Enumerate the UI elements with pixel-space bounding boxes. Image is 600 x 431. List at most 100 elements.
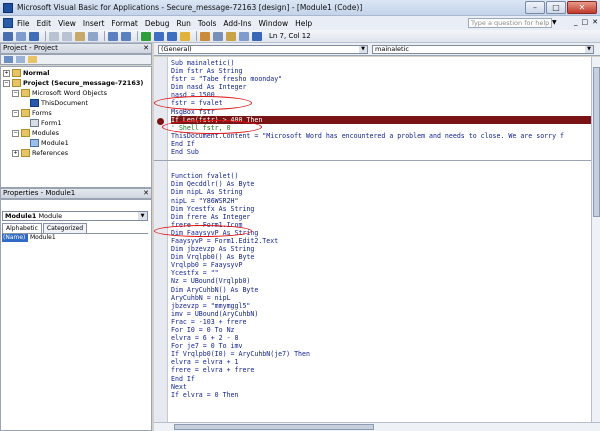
code-line[interactable]: jbzevzp = "mmymggl5"	[171, 302, 591, 310]
code-line[interactable]: Dim Ycestfx As String	[171, 205, 591, 213]
menu-add-ins[interactable]: Add-Ins	[223, 19, 251, 28]
toggle-folders-icon[interactable]	[28, 56, 37, 63]
menu-view[interactable]: View	[58, 19, 76, 28]
vertical-scrollbar[interactable]	[591, 57, 600, 422]
tree-item[interactable]: − Modules	[3, 128, 149, 138]
horizontal-scrollbar[interactable]	[154, 422, 600, 431]
mdi-minimize-button[interactable]: _	[574, 18, 578, 26]
menu-insert[interactable]: Insert	[83, 19, 105, 28]
reset-icon[interactable]	[167, 31, 177, 41]
tree-item[interactable]: ThisDocument	[3, 98, 149, 108]
menu-format[interactable]: Format	[111, 19, 137, 28]
menu-run[interactable]: Run	[177, 19, 191, 28]
code-line[interactable]: For I0 = 0 To Nz	[171, 326, 591, 334]
procedure-combo[interactable]: mainaletic ▼	[372, 45, 594, 54]
menu-debug[interactable]: Debug	[145, 19, 170, 28]
code-line[interactable]: If Vrqlpb0(I0) = AryCuhbN(je7) Then	[171, 350, 591, 358]
tab-categorized[interactable]: Categorized	[42, 223, 88, 233]
chevron-down-icon[interactable]: ▼	[585, 46, 593, 53]
code-line[interactable]: frere = elvra + frere	[171, 366, 591, 374]
code-editor[interactable]: Sub mainaletic() Dim fstr As String fstr =…	[154, 57, 591, 422]
view-code-icon[interactable]	[4, 56, 13, 63]
code-line[interactable]: End If	[171, 140, 591, 148]
menu-edit[interactable]: Edit	[37, 19, 52, 28]
code-line[interactable]: If elvra = 0 Then	[171, 391, 591, 399]
code-line[interactable]: fstr = "Tabe fresho moonday"	[171, 75, 591, 83]
close-icon[interactable]: ✕	[143, 189, 149, 198]
find-icon[interactable]	[88, 31, 98, 41]
expand-toggle-icon[interactable]: +	[12, 149, 19, 157]
code-line[interactable]: Dim frere As Integer	[171, 213, 591, 221]
code-line[interactable]: Dim fstr As String	[171, 67, 591, 75]
mdi-restore-button[interactable]: □	[582, 18, 589, 26]
code-line[interactable]: imv = UBound(AryCuhbN)	[171, 310, 591, 318]
project-explorer-icon[interactable]	[200, 31, 210, 41]
code-line[interactable]: End Sub	[171, 148, 591, 156]
code-line[interactable]: For je7 = 0 To imv	[171, 342, 591, 350]
break-icon[interactable]	[154, 31, 164, 41]
code-line[interactable]: Ycestfx = ""	[171, 269, 591, 277]
expand-toggle-icon[interactable]: −	[12, 129, 19, 137]
expand-toggle-icon[interactable]: −	[3, 79, 10, 87]
tab-alphabetic[interactable]: Alphabetic	[2, 223, 42, 233]
close-icon[interactable]: ✕	[143, 44, 149, 53]
code-line[interactable]: Dim nipL As String	[171, 188, 591, 196]
tree-item[interactable]: − Forms	[3, 108, 149, 118]
minimize-button[interactable]: –	[525, 1, 545, 14]
tree-item[interactable]: Form1	[3, 118, 149, 128]
breakpoint-icon[interactable]	[157, 118, 164, 125]
restore-button[interactable]: □	[546, 1, 566, 14]
blank-line[interactable]	[171, 164, 591, 172]
tree-item[interactable]: Module1	[3, 138, 149, 148]
tree-item[interactable]: − Project (Secure_message-72163)	[3, 78, 149, 88]
code-line[interactable]: elvra = elvra + 1	[171, 358, 591, 366]
code-line[interactable]: End If	[171, 375, 591, 383]
object-browser-icon[interactable]	[226, 31, 236, 41]
word-document-icon[interactable]	[3, 18, 13, 28]
scrollbar-thumb[interactable]	[174, 424, 374, 430]
redo-icon[interactable]	[121, 31, 131, 41]
help-search-input[interactable]: Type a question for help	[468, 18, 552, 28]
save-icon[interactable]	[29, 31, 39, 41]
copy-icon[interactable]	[62, 31, 72, 41]
code-line[interactable]: Frac = -103 + frere	[171, 318, 591, 326]
chevron-down-icon[interactable]: ▼	[359, 46, 367, 53]
code-line[interactable]: Dim nasd As Integer	[171, 83, 591, 91]
close-button[interactable]: ✕	[567, 1, 597, 14]
paste-icon[interactable]	[75, 31, 85, 41]
insert-module-icon[interactable]	[16, 31, 26, 41]
object-combo[interactable]: (General) ▼	[158, 45, 368, 54]
properties-window-icon[interactable]	[213, 31, 223, 41]
margin-indicator-bar[interactable]	[154, 57, 168, 422]
design-mode-icon[interactable]	[180, 31, 190, 41]
code-line[interactable]: Vrqlpb0 = FaaysyvP	[171, 261, 591, 269]
tree-item[interactable]: + References	[3, 148, 149, 158]
help-icon[interactable]	[252, 31, 262, 41]
tree-item[interactable]: + Normal	[3, 68, 149, 78]
code-line[interactable]: Dim Vrqlpb0() As Byte	[171, 253, 591, 261]
expand-toggle-icon[interactable]: −	[12, 89, 19, 97]
chevron-down-icon[interactable]: ▼	[138, 212, 147, 220]
code-line[interactable]: FaaysyvP = Form1.Edit2.Text	[171, 237, 591, 245]
code-line[interactable]: MsgBox fstr	[171, 108, 591, 116]
code-line[interactable]: Sub mainaletic()	[171, 59, 591, 67]
property-row[interactable]: (Name) Module1	[2, 233, 148, 242]
code-line[interactable]: Next	[171, 383, 591, 391]
tree-item[interactable]: − Microsoft Word Objects	[3, 88, 149, 98]
property-value[interactable]: Module1	[28, 234, 56, 242]
code-line[interactable]: Dim Qecddlr() As Byte	[171, 180, 591, 188]
menu-window[interactable]: Window	[259, 19, 289, 28]
code-line[interactable]: Dim AryCuhbN() As Byte	[171, 286, 591, 294]
menu-file[interactable]: File	[17, 19, 30, 28]
expand-toggle-icon[interactable]: −	[12, 109, 19, 117]
code-line[interactable]: Function fvalet()	[171, 172, 591, 180]
code-line[interactable]: elvra = 6 + 2 - 8	[171, 334, 591, 342]
scrollbar-thumb[interactable]	[593, 67, 600, 217]
code-line[interactable]: nipL = "Y86WSR2H"	[171, 197, 591, 205]
expand-toggle-icon[interactable]: +	[3, 69, 10, 77]
view-word-icon[interactable]	[3, 31, 13, 41]
code-line[interactable]: AryCuhbN = nipL	[171, 294, 591, 302]
toolbox-icon[interactable]	[239, 31, 249, 41]
undo-icon[interactable]	[108, 31, 118, 41]
chevron-down-icon[interactable]: ▼	[552, 19, 557, 26]
